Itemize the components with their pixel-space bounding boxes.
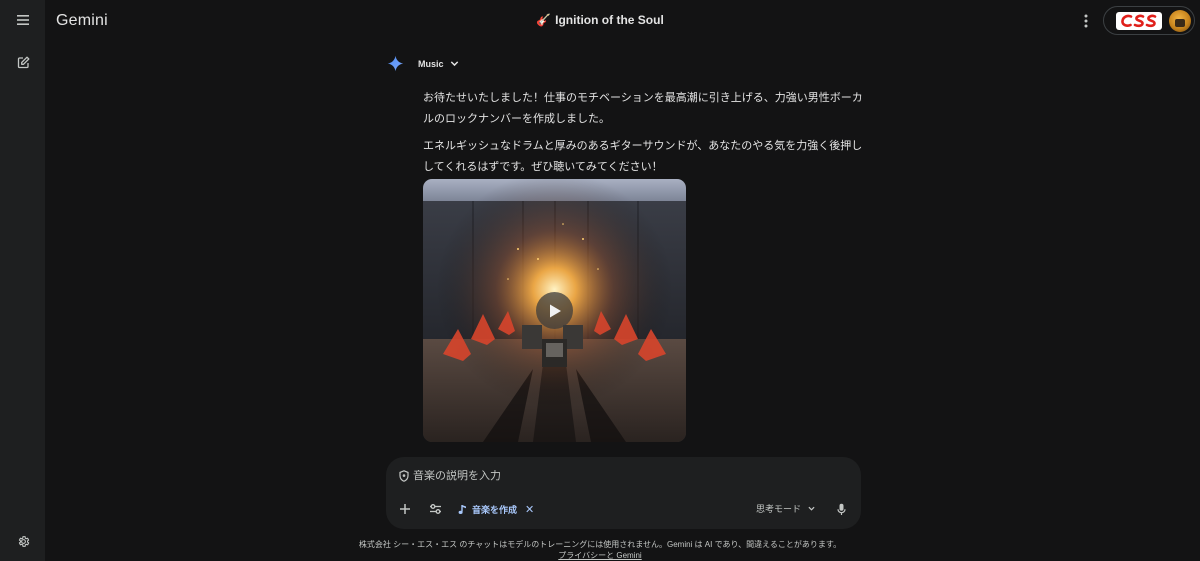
plus-icon	[400, 504, 410, 514]
more-vert-icon	[1084, 14, 1088, 28]
model-selector-label[interactable]: Music	[418, 59, 444, 69]
create-music-chip[interactable]: 音楽を作成 ✕	[458, 501, 534, 517]
mic-icon	[836, 503, 846, 515]
guitar-emoji: 🎸	[536, 13, 552, 27]
model-response: お待たせいたしました！仕事のモチベーションを最高潮に引き上げる、力強い男性ボーカ…	[423, 88, 863, 178]
disclaimer-text: 株式会社 シー・エス・エス のチャットはモデルのトレーニングには使用されません。…	[358, 540, 842, 549]
thinking-mode-label: 思考モード	[756, 504, 802, 514]
shield-icon	[399, 470, 409, 482]
chevron-down-icon[interactable]	[449, 58, 460, 69]
chat-title[interactable]: 🎸 Ignition of the Soul	[0, 13, 1200, 27]
gemini-spark-icon	[387, 55, 404, 72]
microphone-button[interactable]	[832, 500, 850, 518]
prompt-input[interactable]	[413, 470, 793, 482]
chevron-down-icon	[808, 506, 815, 511]
organization-logo	[1116, 12, 1162, 30]
response-paragraph: エネルギッシュなドラムと厚みのあるギターサウンドが、あなたのやる気を力強く後押し…	[423, 140, 863, 173]
account-switcher[interactable]	[1103, 6, 1195, 35]
music-note-icon	[458, 504, 466, 514]
more-options-button[interactable]	[1078, 12, 1094, 30]
avatar[interactable]	[1169, 10, 1191, 32]
tools-button[interactable]	[426, 500, 444, 518]
tune-icon	[429, 504, 441, 514]
add-button[interactable]	[396, 500, 414, 518]
prompt-composer: 音楽を作成 ✕ 思考モード	[386, 457, 861, 529]
footer-disclaimer: 株式会社 シー・エス・エス のチャットはモデルのトレーニングには使用されません。…	[0, 539, 1200, 561]
play-icon	[549, 304, 561, 317]
side-rail	[0, 0, 45, 561]
organization-logo-graphic	[1121, 14, 1157, 28]
music-track-card[interactable]	[423, 179, 686, 442]
new-chat-button[interactable]	[12, 51, 34, 73]
create-music-label: 音楽を作成	[472, 504, 518, 515]
play-button[interactable]	[536, 292, 573, 329]
prompt-row	[399, 470, 793, 482]
thinking-mode-selector[interactable]: 思考モード	[756, 502, 816, 515]
remove-chip-button[interactable]: ✕	[525, 503, 534, 516]
privacy-link[interactable]: プライバシーと Gemini	[558, 551, 641, 560]
response-paragraph: お待たせいたしました！仕事のモチベーションを最高潮に引き上げる、力強い男性ボーカ…	[423, 92, 863, 125]
edit-icon	[17, 56, 29, 68]
chat-title-text: Ignition of the Soul	[555, 13, 664, 27]
